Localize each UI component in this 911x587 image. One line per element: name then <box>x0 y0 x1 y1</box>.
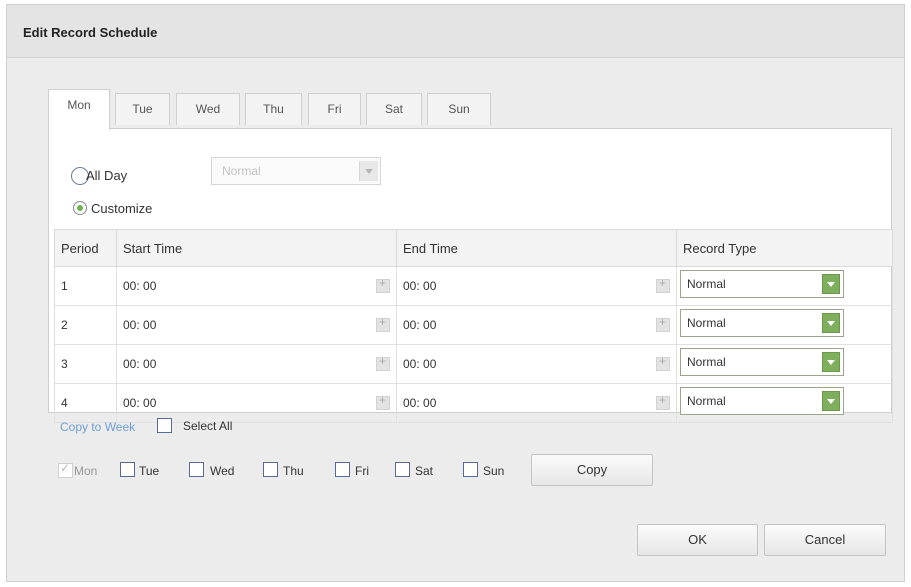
day-label-fri: Fri <box>355 464 369 478</box>
tab-sat[interactable]: Sat <box>366 93 422 125</box>
record-type-select[interactable]: Normal <box>680 348 844 376</box>
record-type-cell: Normal <box>676 305 893 345</box>
end-time-value[interactable]: 00: 00 <box>403 357 436 371</box>
record-type-cell: Normal <box>676 383 893 423</box>
end-time-value[interactable]: 00: 00 <box>403 318 436 332</box>
chevron-down-icon <box>822 352 840 372</box>
chevron-down-icon <box>359 161 378 181</box>
day-checkbox-wed[interactable] <box>189 462 204 477</box>
end-time-cell: 00: 00 <box>396 383 677 423</box>
start-time-value[interactable]: 00: 00 <box>123 396 156 410</box>
time-picker-icon[interactable] <box>376 276 390 293</box>
header-end-time: End Time <box>396 229 677 267</box>
record-type-value: Normal <box>687 394 726 408</box>
start-time-cell: 00: 00 <box>116 344 397 384</box>
day-checkbox-fri[interactable] <box>335 462 350 477</box>
customize-label: Customize <box>91 201 153 216</box>
record-type-value: Normal <box>687 355 726 369</box>
record-type-select[interactable]: Normal <box>680 270 844 298</box>
start-time-cell: 00: 00 <box>116 266 397 306</box>
time-picker-icon[interactable] <box>376 393 390 410</box>
time-picker-icon[interactable] <box>376 354 390 371</box>
record-type-select[interactable]: Normal <box>680 309 844 337</box>
record-type-select[interactable]: Normal <box>680 387 844 415</box>
header-record-type: Record Type <box>676 229 893 267</box>
time-picker-icon[interactable] <box>656 354 670 371</box>
select-all-label: Select All <box>183 419 233 433</box>
day-checkbox-sat[interactable] <box>395 462 410 477</box>
tab-wed[interactable]: Wed <box>176 93 240 125</box>
time-picker-icon[interactable] <box>656 393 670 410</box>
day-label-sat: Sat <box>415 464 434 478</box>
table-row: 2 00: 00 00: 00 Normal <box>54 305 893 345</box>
end-time-value[interactable]: 00: 00 <box>403 396 436 410</box>
day-label-mon: Mon <box>74 464 98 478</box>
chevron-down-icon <box>822 391 840 411</box>
start-time-cell: 00: 00 <box>116 305 397 345</box>
day-checkbox-sun[interactable] <box>463 462 478 477</box>
copy-button[interactable]: Copy <box>531 454 653 486</box>
cancel-button[interactable]: Cancel <box>764 524 886 556</box>
ok-button[interactable]: OK <box>637 524 758 556</box>
dialog-title: Edit Record Schedule <box>23 25 158 40</box>
tab-thu[interactable]: Thu <box>245 93 302 125</box>
end-time-value[interactable]: 00: 00 <box>403 279 436 293</box>
chevron-down-icon <box>822 313 840 333</box>
edit-record-schedule-dialog: Edit Record Schedule Mon Tue Wed Thu Fri… <box>6 4 905 582</box>
period-cell: 2 <box>54 305 117 345</box>
select-all-checkbox[interactable] <box>157 418 172 433</box>
header-start-time: Start Time <box>116 229 397 267</box>
period-cell: 4 <box>54 383 117 423</box>
header-period: Period <box>54 229 117 267</box>
table-row: 1 00: 00 00: 00 Normal <box>54 266 893 306</box>
day-checkbox-thu[interactable] <box>263 462 278 477</box>
dialog-titlebar: Edit Record Schedule <box>7 5 904 58</box>
record-type-value: Normal <box>687 277 726 291</box>
all-day-label: All Day <box>86 168 128 183</box>
tab-mon[interactable]: Mon <box>48 89 110 130</box>
day-checkbox-tue[interactable] <box>120 462 135 477</box>
day-label-wed: Wed <box>210 464 235 478</box>
schedule-table: Period Start Time End Time Record Type 1… <box>54 229 893 423</box>
time-picker-icon[interactable] <box>376 315 390 332</box>
day-label-sun: Sun <box>483 464 505 478</box>
chevron-down-icon <box>822 274 840 294</box>
day-label-tue: Tue <box>139 464 160 478</box>
copy-to-week-link[interactable]: Copy to Week <box>60 420 135 434</box>
end-time-cell: 00: 00 <box>396 305 677 345</box>
customize-radio[interactable] <box>73 201 87 215</box>
tab-fri[interactable]: Fri <box>308 93 361 125</box>
table-row: 3 00: 00 00: 00 Normal <box>54 344 893 384</box>
tab-tue[interactable]: Tue <box>115 93 170 125</box>
record-type-cell: Normal <box>676 344 893 384</box>
day-checkbox-mon <box>58 461 73 478</box>
all-day-type-select: Normal <box>211 157 381 185</box>
table-header-row: Period Start Time End Time Record Type <box>54 229 893 267</box>
start-time-value[interactable]: 00: 00 <box>123 357 156 371</box>
end-time-cell: 00: 00 <box>396 266 677 306</box>
start-time-cell: 00: 00 <box>116 383 397 423</box>
time-picker-icon[interactable] <box>656 276 670 293</box>
period-cell: 3 <box>54 344 117 384</box>
tab-sun[interactable]: Sun <box>427 93 491 125</box>
record-type-value: Normal <box>687 316 726 330</box>
start-time-value[interactable]: 00: 00 <box>123 279 156 293</box>
record-type-cell: Normal <box>676 266 893 306</box>
all-day-type-value: Normal <box>222 164 261 178</box>
day-label-thu: Thu <box>283 464 304 478</box>
end-time-cell: 00: 00 <box>396 344 677 384</box>
period-cell: 1 <box>54 266 117 306</box>
start-time-value[interactable]: 00: 00 <box>123 318 156 332</box>
schedule-panel: All Day Normal Customize Period Start Ti… <box>48 128 893 423</box>
time-picker-icon[interactable] <box>656 315 670 332</box>
table-row: 4 00: 00 00: 00 Normal <box>54 383 893 423</box>
